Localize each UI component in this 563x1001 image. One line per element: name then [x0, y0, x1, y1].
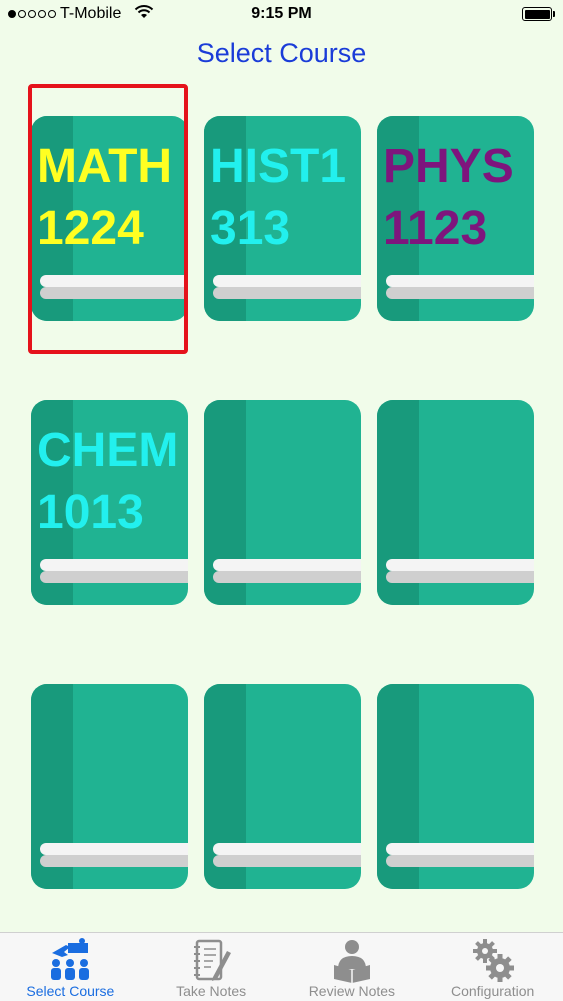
course-code-line2: 1123: [383, 202, 488, 255]
course-label: PHYS 1123: [383, 136, 534, 260]
course-code-line1: CHEM: [37, 424, 179, 477]
notepad-pencil-icon: [194, 939, 232, 981]
course-code-line1: PHYS: [383, 140, 514, 193]
course-book-hist1313[interactable]: HIST1 313: [204, 116, 361, 321]
battery-icon: [522, 7, 552, 21]
book-pages: [213, 559, 361, 583]
book-pages: [40, 559, 188, 583]
teacher-students-icon: [51, 938, 90, 980]
page-title: Select Course: [196, 38, 367, 68]
course-book-empty[interactable]: [31, 684, 188, 889]
course-book-empty[interactable]: [377, 684, 534, 889]
tab-label: Select Course: [26, 983, 115, 999]
course-code-line1: HIST1: [210, 140, 347, 193]
book-pages: [213, 275, 361, 299]
tab-select-course[interactable]: Select Course: [0, 933, 141, 1001]
selected-course-highlight: [28, 84, 188, 354]
book-pages: [213, 843, 361, 867]
tab-label: Configuration: [450, 983, 535, 999]
course-book-phys1123[interactable]: PHYS 1123: [377, 116, 534, 321]
course-code-line2: 313: [210, 202, 291, 255]
course-label: CHEM 1013: [37, 420, 188, 544]
course-book-empty[interactable]: [204, 400, 361, 605]
gears-icon: [472, 939, 514, 982]
tab-label: Take Notes: [176, 983, 247, 999]
course-book-empty[interactable]: [204, 684, 361, 889]
course-code-line2: 1013: [37, 486, 144, 539]
book-pages: [386, 559, 534, 583]
book-pages: [386, 275, 534, 299]
tab-bar: Select Course Take Notes Review Notes Co…: [0, 932, 563, 1001]
status-bar: T-Mobile 9:15 PM: [0, 0, 563, 30]
battery-tip: [553, 11, 555, 17]
status-time: 9:15 PM: [251, 5, 312, 22]
course-book-chem1013[interactable]: CHEM 1013: [31, 400, 188, 605]
reader-book-icon: [333, 940, 370, 983]
book-pages: [40, 843, 188, 867]
tab-review-notes[interactable]: Review Notes: [282, 933, 423, 1001]
course-label: HIST1 313: [210, 136, 361, 260]
book-pages: [386, 843, 534, 867]
tab-take-notes[interactable]: Take Notes: [141, 933, 282, 1001]
tab-configuration[interactable]: Configuration: [422, 933, 563, 1001]
course-book-empty[interactable]: [377, 400, 534, 605]
tab-label: Review Notes: [308, 983, 396, 999]
